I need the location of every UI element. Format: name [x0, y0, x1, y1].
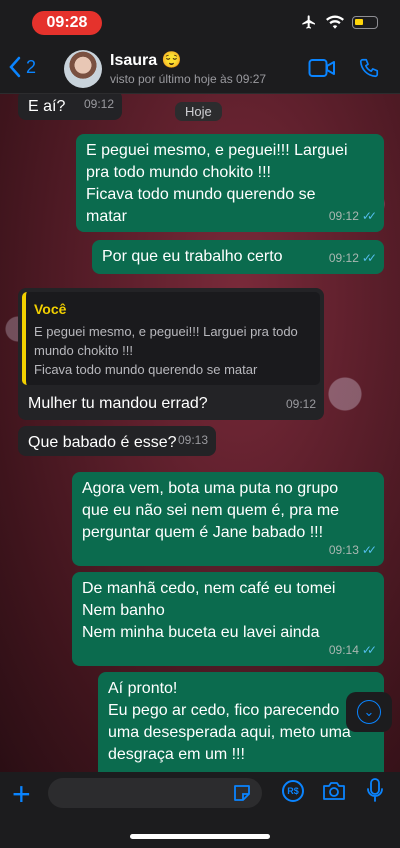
video-call-icon[interactable] — [308, 58, 336, 78]
message-time: 09:12 — [83, 97, 114, 111]
message-text: Agora vem, bota uma puta no grupo que eu… — [82, 480, 340, 541]
quoted-message[interactable]: Você E peguei mesmo, e peguei!!! Larguei… — [22, 292, 320, 385]
scroll-down-icon: ⌄ — [357, 700, 381, 724]
plus-icon[interactable]: + — [12, 778, 31, 810]
message-time: 09:12 ✓✓ — [329, 205, 377, 227]
read-check-icon: ✓✓ — [361, 643, 377, 657]
chat-area[interactable]: E aí? 09:12 Hoje E peguei mesmo, e pegue… — [0, 94, 400, 772]
contact-name[interactable]: Isaura 😌 — [110, 50, 182, 70]
status-time: 09:28 — [32, 11, 102, 35]
read-check-icon: ✓✓ — [361, 209, 377, 223]
message-text: E aí? — [28, 98, 66, 115]
wifi-icon — [326, 15, 344, 29]
status-bar: 09:28 — [0, 0, 400, 44]
avatar[interactable] — [64, 50, 102, 88]
message-input[interactable] — [48, 778, 262, 808]
pix-rs-icon[interactable]: R$ — [282, 780, 304, 802]
input-bar: + R$ — [0, 772, 400, 848]
message-text: Aí pronto! Eu pego ar cedo, fico parecen… — [108, 680, 351, 763]
chat-header: 2 Isaura 😌 visto por último hoje às 09:2… — [0, 44, 400, 94]
message-text: Que babado é esse? — [28, 434, 177, 451]
message-time: 09:13 ✓✓ — [329, 539, 377, 561]
back-chevron-icon — [9, 56, 21, 78]
message-bubble-outgoing[interactable]: De manhã cedo, nem café eu tomei Nem ban… — [72, 572, 384, 666]
microphone-icon[interactable] — [366, 778, 384, 804]
read-check-icon: ✓✓ — [361, 251, 377, 265]
message-time: 09:12 ✓✓ — [329, 247, 377, 269]
scroll-to-bottom-button[interactable]: ⌄ — [346, 692, 392, 732]
message-bubble-outgoing[interactable]: Agora vem, bota uma puta no grupo que eu… — [72, 472, 384, 566]
message-bubble-incoming[interactable]: Que babado é esse? 09:13 — [18, 426, 216, 456]
read-check-icon: ✓✓ — [361, 543, 377, 557]
message-bubble-incoming[interactable]: E aí? 09:12 — [18, 94, 122, 120]
message-text: De manhã cedo, nem café eu tomei Nem ban… — [82, 580, 336, 641]
message-time: 09:13 — [177, 433, 208, 447]
date-separator: Hoje — [175, 102, 222, 121]
quote-author: Você — [34, 301, 67, 317]
battery-icon — [352, 15, 378, 29]
message-time: 09:12 — [285, 397, 316, 411]
status-icons — [300, 14, 378, 30]
message-time: 09:14 ✓✓ — [329, 639, 377, 661]
message-bubble-incoming-reply[interactable]: Você E peguei mesmo, e peguei!!! Larguei… — [18, 288, 324, 420]
message-bubble-outgoing[interactable]: Por que eu trabalho certo 09:12 ✓✓ — [92, 240, 384, 274]
message-text: Mulher tu mandou errad? — [28, 395, 208, 412]
message-bubble-outgoing[interactable]: Aí pronto! Eu pego ar cedo, fico parecen… — [98, 672, 384, 772]
unread-count: 2 — [26, 56, 37, 77]
airplane-icon — [302, 15, 315, 29]
sticker-icon[interactable] — [232, 783, 252, 803]
message-text: Por que eu trabalho certo — [102, 248, 283, 265]
last-seen: visto por último hoje às 09:27 — [110, 72, 267, 86]
quote-text: E peguei mesmo, e peguei!!! Larguei pra … — [34, 324, 298, 377]
back-button[interactable]: 2 — [8, 56, 36, 78]
camera-icon[interactable] — [322, 781, 346, 801]
home-indicator — [130, 834, 270, 839]
phone-icon[interactable] — [358, 57, 380, 79]
message-bubble-outgoing[interactable]: E peguei mesmo, e peguei!!! Larguei pra … — [76, 134, 384, 232]
